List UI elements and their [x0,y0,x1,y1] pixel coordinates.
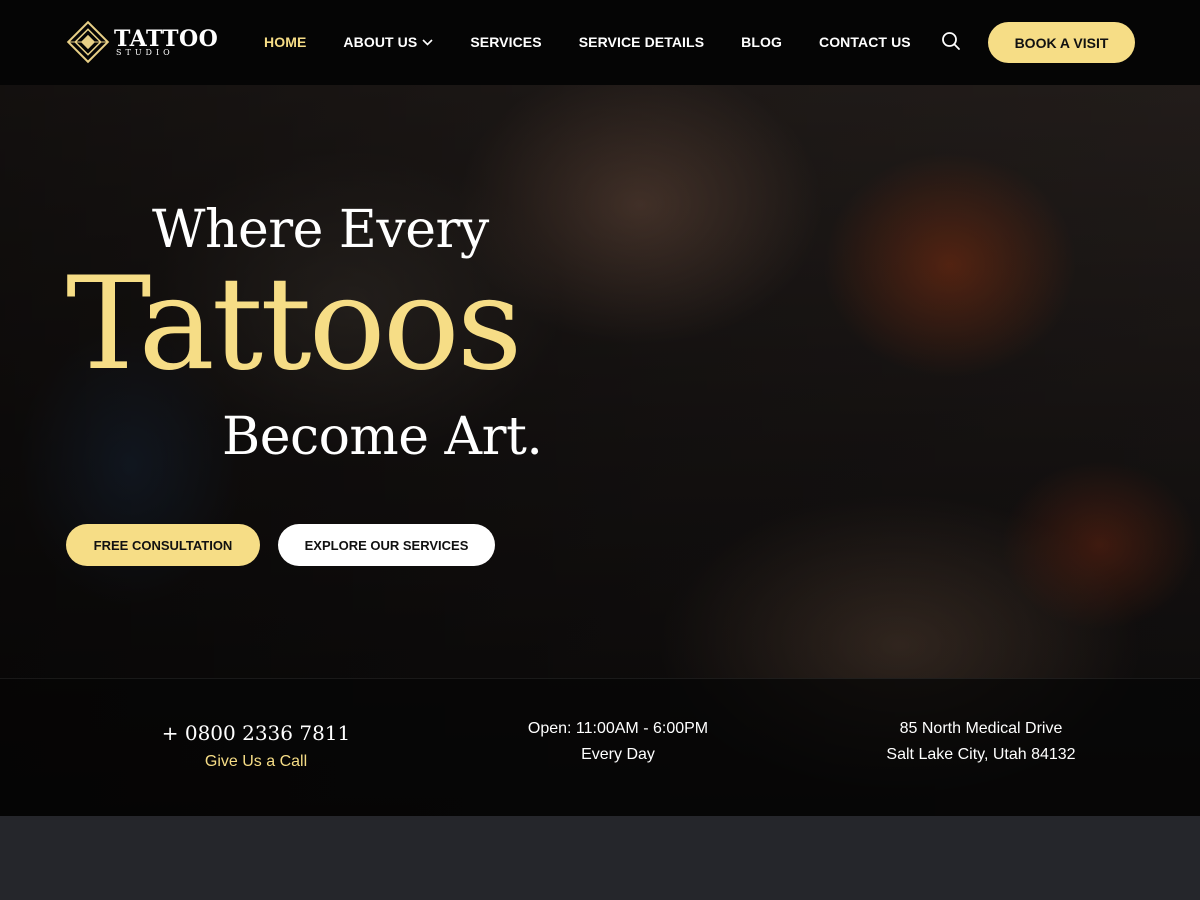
logo-text: TATTOO STUDIO [114,28,218,57]
nav-services[interactable]: SERVICES [470,34,541,50]
nav-blog[interactable]: BLOG [741,34,782,50]
logo[interactable]: TATTOO STUDIO [66,20,218,64]
opening-hours-info: Open: 11:00AM - 6:00PM Every Day [508,716,728,768]
book-a-visit-button[interactable]: BOOK A VISIT [988,22,1135,63]
logo-title: TATTOO [114,25,219,52]
hero-headline-line2: Tattoos [66,250,522,399]
nav-contact-us[interactable]: CONTACT US [819,34,911,50]
page: TATTOO STUDIO HOME ABOUT US SERVICES SER… [0,0,1200,900]
free-consultation-button[interactable]: FREE CONSULTATION [66,524,260,566]
logo-diamond-icon [66,20,110,64]
nav-about-us[interactable]: ABOUT US [343,34,433,50]
main-nav: HOME ABOUT US SERVICES SERVICE DETAILS B… [264,34,948,50]
phone-info: + 0800 2336 7811 Give Us a Call [150,721,362,771]
phone-number[interactable]: + 0800 2336 7811 [150,721,362,745]
opening-hours: Open: 11:00AM - 6:00PM [527,720,709,737]
address-info: 85 North Medical Drive Salt Lake City, U… [868,716,1094,768]
nav-service-details[interactable]: SERVICE DETAILS [579,34,704,50]
address-city: Salt Lake City, Utah 84132 [886,746,1076,763]
contact-info-bar: + 0800 2336 7811 Give Us a Call Open: 11… [0,678,1200,816]
chevron-down-icon [422,38,433,46]
hero-headline-line3: Become Art. [222,407,543,467]
search-icon[interactable] [941,31,961,56]
next-section [0,816,1200,900]
address-street: 85 North Medical Drive [899,720,1063,737]
nav-about-us-label: ABOUT US [343,34,418,50]
site-header: TATTOO STUDIO HOME ABOUT US SERVICES SER… [0,0,1200,85]
hero-section: Where Every Tattoos Become Art. FREE CON… [0,85,1200,816]
explore-services-button[interactable]: EXPLORE OUR SERVICES [278,524,495,566]
opening-days: Every Day [581,746,655,763]
nav-home[interactable]: HOME [264,34,306,50]
give-us-a-call-link[interactable]: Give Us a Call [150,753,362,771]
